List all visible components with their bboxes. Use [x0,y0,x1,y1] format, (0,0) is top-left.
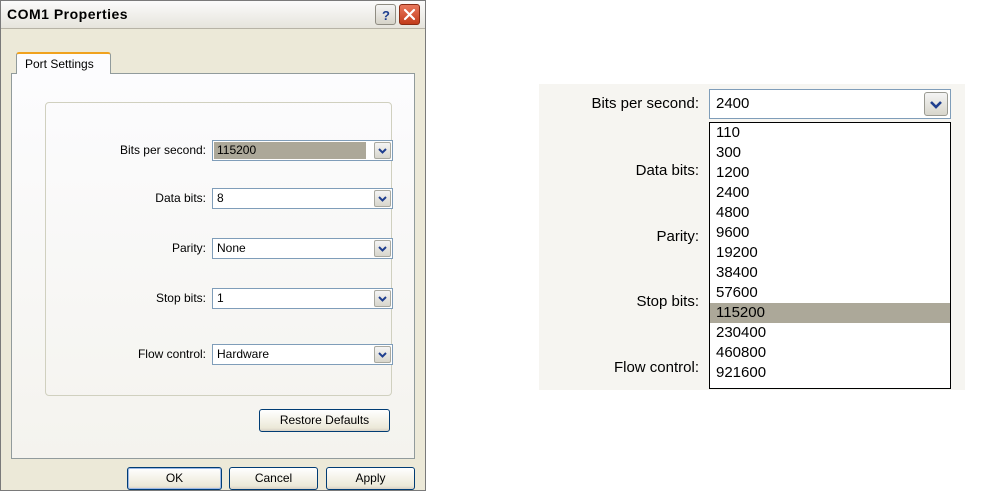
ok-button[interactable]: OK [127,467,222,490]
stop-bits-value: 1 [217,291,224,305]
option-460800[interactable]: 460800 [710,343,950,363]
zoom-data-bits-label: Data bits: [635,162,699,179]
zoom-bits-per-second-select[interactable]: 2400 [709,89,951,119]
parity-label: Parity: [171,241,206,255]
bits-per-second-options-list: 110 300 1200 2400 4800 9600 19200 38400 … [709,122,951,389]
zoom-parity-label: Parity: [656,228,699,245]
window-title: COM1 Properties [7,6,129,22]
chevron-down-icon[interactable] [374,190,391,207]
option-2400[interactable]: 2400 [710,183,950,203]
apply-button[interactable]: Apply [326,467,415,490]
option-230400[interactable]: 230400 [710,323,950,343]
help-icon: ? [382,8,390,22]
tab-port-settings[interactable]: Port Settings [16,52,111,74]
parity-select[interactable]: None [212,238,393,259]
option-4800[interactable]: 4800 [710,203,950,223]
zoom-flow-control-label: Flow control: [613,359,699,376]
option-921600[interactable]: 921600 [710,363,950,383]
option-9600[interactable]: 9600 [710,223,950,243]
stop-bits-select[interactable]: 1 [212,288,393,309]
bits-per-second-select[interactable]: 115200 [212,140,393,161]
chevron-down-icon[interactable] [924,92,948,116]
title-bar[interactable]: COM1 Properties ? [1,1,425,29]
close-button[interactable] [399,4,420,25]
option-38400[interactable]: 38400 [710,263,950,283]
restore-defaults-button[interactable]: Restore Defaults [259,409,390,432]
option-19200[interactable]: 19200 [710,243,950,263]
close-icon [403,8,416,21]
cancel-button[interactable]: Cancel [229,467,318,490]
option-57600[interactable]: 57600 [710,283,950,303]
com1-properties-dialog: COM1 Properties ? Port Settings Bits per… [0,0,426,491]
settings-group: Bits per second: 115200 Data bits: 8 Par… [45,102,393,396]
option-1200[interactable]: 1200 [710,163,950,183]
zoom-stop-bits-label: Stop bits: [636,293,699,310]
option-115200[interactable]: 115200 [710,303,950,323]
flow-control-label: Flow control: [137,347,206,361]
help-button[interactable]: ? [375,4,396,25]
bits-per-second-value: 115200 [214,142,366,159]
zoom-bits-per-second-value: 2400 [716,95,750,112]
svg-text:?: ? [382,8,390,22]
chevron-down-icon[interactable] [374,346,391,363]
option-110[interactable]: 110 [710,123,950,143]
option-300[interactable]: 300 [710,143,950,163]
zoom-bits-per-second-label: Bits per second: [591,95,699,112]
flow-control-select[interactable]: Hardware [212,344,393,365]
chevron-down-icon[interactable] [374,240,391,257]
bits-per-second-dropdown-zoom: Bits per second: Data bits: Parity: Stop… [539,84,965,390]
stop-bits-label: Stop bits: [155,291,206,305]
flow-control-value: Hardware [217,347,270,361]
data-bits-value: 8 [217,191,224,205]
tab-port-settings-label: Port Settings [25,57,94,71]
data-bits-select[interactable]: 8 [212,188,393,209]
parity-value: None [217,241,246,255]
data-bits-label: Data bits: [155,191,206,205]
chevron-down-icon[interactable] [374,290,391,307]
bits-per-second-label: Bits per second: [119,143,206,157]
port-settings-panel: Bits per second: 115200 Data bits: 8 Par… [11,73,415,459]
chevron-down-icon[interactable] [374,142,391,159]
